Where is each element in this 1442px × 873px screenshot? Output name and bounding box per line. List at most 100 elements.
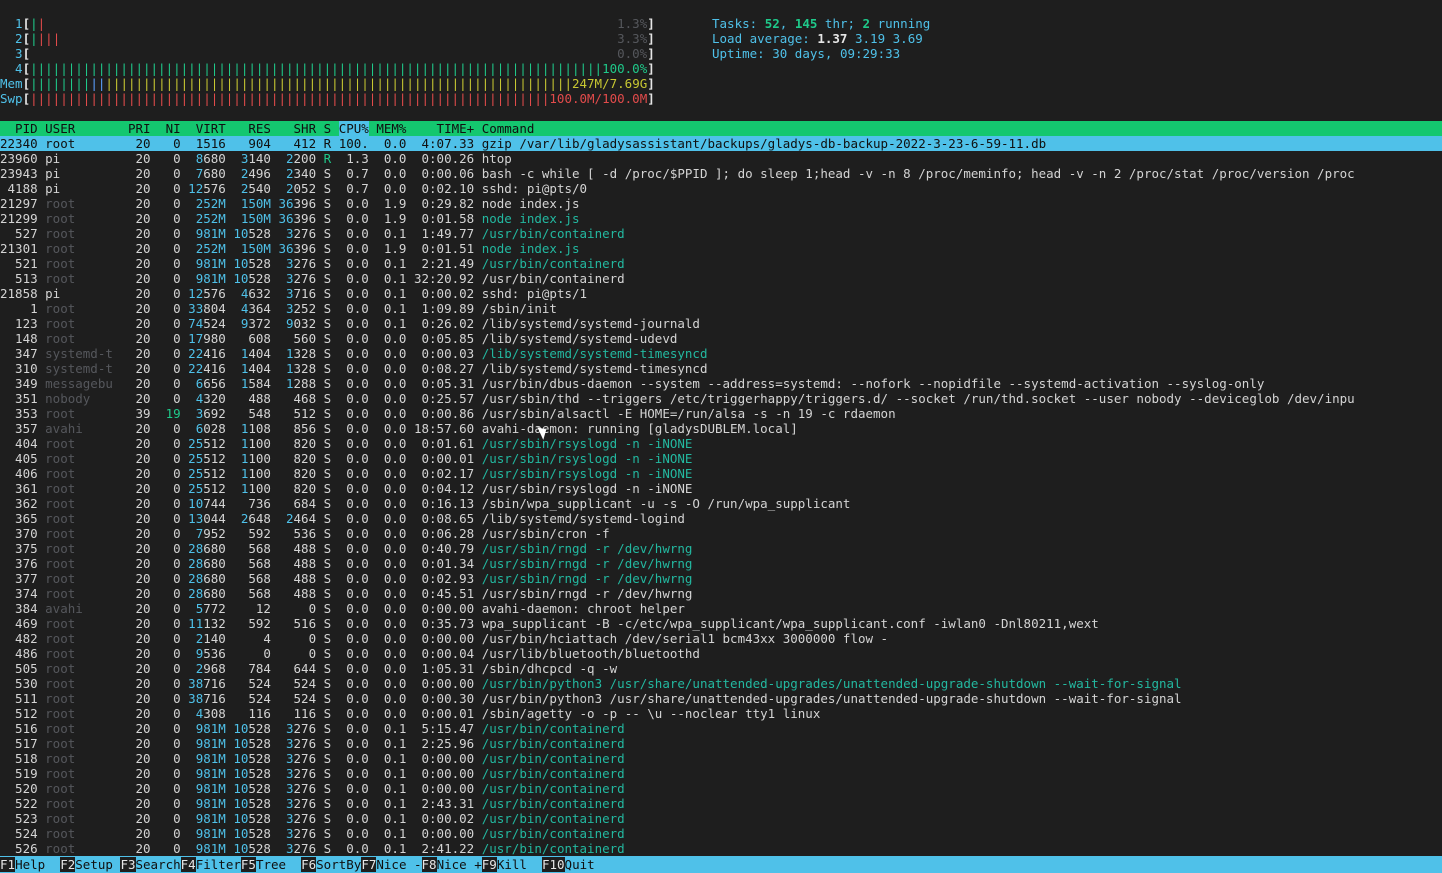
pid-cell: 370 <box>0 526 46 541</box>
state-cell: S <box>316 481 339 496</box>
fkey-f8[interactable]: F8 <box>421 857 437 872</box>
column-header-res[interactable]: RES <box>226 121 271 136</box>
column-header-s[interactable]: S <box>316 121 339 136</box>
column-header-time[interactable]: TIME+ <box>406 121 481 136</box>
ni-cell: 0 <box>150 181 181 196</box>
fkey-f1[interactable]: F1 <box>0 857 16 872</box>
pri-cell: 20 <box>112 271 151 286</box>
process-row[interactable]: 530 root 20 0 38716 524 524 S 0.0 0.0 0:… <box>0 676 1442 691</box>
process-row[interactable]: 518 root 20 0 981M 10528 3276 S 0.0 0.1 … <box>0 751 1442 766</box>
process-row[interactable]: 376 root 20 0 28680 568 488 S 0.0 0.0 0:… <box>0 556 1442 571</box>
process-row[interactable]: 361 root 20 0 25512 1100 820 S 0.0 0.0 0… <box>0 481 1442 496</box>
fkey-label-sortby[interactable]: SortBy <box>316 857 361 872</box>
process-row[interactable]: 362 root 20 0 10744 736 684 S 0.0 0.0 0:… <box>0 496 1442 511</box>
fkey-f9[interactable]: F9 <box>481 857 497 872</box>
process-row[interactable]: 351 nobody 20 0 4320 488 468 S 0.0 0.0 0… <box>0 391 1442 406</box>
user-cell: root <box>45 226 113 241</box>
process-row[interactable]: 516 root 20 0 981M 10528 3276 S 0.0 0.1 … <box>0 721 1442 736</box>
process-row[interactable]: 23960 pi 20 0 8680 3140 2200 R 1.3 0.0 0… <box>0 151 1442 166</box>
ni-cell: 0 <box>150 526 181 541</box>
process-row[interactable]: 384 avahi 20 0 5772 12 0 S 0.0 0.0 0:00.… <box>0 601 1442 616</box>
time-cell: 0:00.02 <box>413 811 482 826</box>
column-header-command[interactable]: Command <box>482 121 535 136</box>
process-row[interactable]: 1 root 20 0 33804 4364 3252 S 0.0 0.1 1:… <box>0 301 1442 316</box>
fkey-f7[interactable]: F7 <box>361 857 377 872</box>
process-row[interactable]: 526 root 20 0 981M 10528 3276 S 0.0 0.1 … <box>0 841 1442 856</box>
process-row[interactable]: 377 root 20 0 28680 568 488 S 0.0 0.0 0:… <box>0 571 1442 586</box>
process-row[interactable]: 505 root 20 0 2968 784 644 S 0.0 0.0 1:0… <box>0 661 1442 676</box>
fkey-f5[interactable]: F5 <box>240 857 256 872</box>
ni-cell: 0 <box>150 841 181 856</box>
fkey-f6[interactable]: F6 <box>301 857 317 872</box>
process-row[interactable]: 353 root 39 19 3692 548 512 S 0.0 0.0 0:… <box>0 406 1442 421</box>
column-header-virt[interactable]: VIRT <box>181 121 226 136</box>
column-header-pid[interactable]: PID <box>0 121 45 136</box>
process-row[interactable]: 519 root 20 0 981M 10528 3276 S 0.0 0.1 … <box>0 766 1442 781</box>
time-cell: 0:05.85 <box>413 331 482 346</box>
fkey-label-tree[interactable]: Tree <box>256 857 301 872</box>
process-row[interactable]: 123 root 20 0 74524 9372 9032 S 0.0 0.1 … <box>0 316 1442 331</box>
fkey-label-search[interactable]: Search <box>136 857 181 872</box>
process-row[interactable]: 524 root 20 0 981M 10528 3276 S 0.0 0.1 … <box>0 826 1442 841</box>
process-row[interactable]: 522 root 20 0 981M 10528 3276 S 0.0 0.1 … <box>0 796 1442 811</box>
process-row[interactable]: 404 root 20 0 25512 1100 820 S 0.0 0.0 0… <box>0 436 1442 451</box>
process-row[interactable]: 517 root 20 0 981M 10528 3276 S 0.0 0.1 … <box>0 736 1442 751</box>
process-row[interactable]: 512 root 20 0 4308 116 116 S 0.0 0.0 0:0… <box>0 706 1442 721</box>
process-row[interactable]: 357 avahi 20 0 6028 1108 856 S 0.0 0.0 1… <box>0 421 1442 436</box>
process-row[interactable]: 523 root 20 0 981M 10528 3276 S 0.0 0.1 … <box>0 811 1442 826</box>
process-row[interactable]: 21297 root 20 0 252M 150M 36396 S 0.0 1.… <box>0 196 1442 211</box>
process-row[interactable]: 482 root 20 0 2140 4 0 S 0.0 0.0 0:00.00… <box>0 631 1442 646</box>
fkey-f3[interactable]: F3 <box>120 857 136 872</box>
mem-cell: 0.1 <box>376 781 414 796</box>
user-cell: root <box>45 571 113 586</box>
column-header-cpu[interactable]: CPU% <box>338 121 369 136</box>
fkey-label-nice[interactable]: Nice - <box>376 857 421 872</box>
pid-cell: 523 <box>0 811 46 826</box>
process-row[interactable]: 22340 root 20 0 1516 904 412 R 100. 0.0 … <box>0 136 1442 151</box>
column-header-user[interactable]: USER <box>45 121 113 136</box>
time-cell: 0:45.51 <box>413 586 482 601</box>
fkey-label-kill[interactable]: Kill <box>497 857 542 872</box>
res-cell: 1584 <box>225 376 271 391</box>
process-row[interactable]: 375 root 20 0 28680 568 488 S 0.0 0.0 0:… <box>0 541 1442 556</box>
process-row[interactable]: 148 root 20 0 17980 608 560 S 0.0 0.0 0:… <box>0 331 1442 346</box>
process-row[interactable]: 370 root 20 0 7952 592 536 S 0.0 0.0 0:0… <box>0 526 1442 541</box>
fkey-label-setup[interactable]: Setup <box>75 857 120 872</box>
cpu-cell: 0.0 <box>338 616 377 631</box>
process-row[interactable]: 469 root 20 0 11132 592 516 S 0.0 0.0 0:… <box>0 616 1442 631</box>
fkey-label-help[interactable]: Help <box>15 857 60 872</box>
fkey-label-quit[interactable]: Quit <box>565 857 595 872</box>
process-row[interactable]: 405 root 20 0 25512 1100 820 S 0.0 0.0 0… <box>0 451 1442 466</box>
process-row[interactable]: 406 root 20 0 25512 1100 820 S 0.0 0.0 0… <box>0 466 1442 481</box>
process-row[interactable]: 23943 pi 20 0 7680 2496 2340 S 0.7 0.0 0… <box>0 166 1442 181</box>
process-row[interactable]: 4188 pi 20 0 12576 2540 2052 S 0.7 0.0 0… <box>0 181 1442 196</box>
process-row[interactable]: 520 root 20 0 981M 10528 3276 S 0.0 0.1 … <box>0 781 1442 796</box>
cpu-cell: 0.0 <box>338 811 377 826</box>
pid-cell: 384 <box>0 601 46 616</box>
fkey-label-filter[interactable]: Filter <box>196 857 241 872</box>
process-row[interactable]: 349 messagebu 20 0 6656 1584 1288 S 0.0 … <box>0 376 1442 391</box>
fkey-f10[interactable]: F10 <box>541 857 565 872</box>
column-header-mem[interactable]: MEM% <box>369 121 406 136</box>
process-row[interactable]: 21299 root 20 0 252M 150M 36396 S 0.0 1.… <box>0 211 1442 226</box>
process-table-header[interactable]: PID USER PRI NI VIRT RES SHR S CPU% MEM%… <box>0 121 1442 136</box>
ni-cell: 0 <box>150 361 181 376</box>
process-row[interactable]: 347 systemd-t 20 0 22416 1404 1328 S 0.0… <box>0 346 1442 361</box>
process-row[interactable]: 521 root 20 0 981M 10528 3276 S 0.0 0.1 … <box>0 256 1442 271</box>
fkey-label-nice[interactable]: Nice + <box>437 857 482 872</box>
process-row[interactable]: 21858 pi 20 0 12576 4632 3716 S 0.0 0.1 … <box>0 286 1442 301</box>
process-row[interactable]: 511 root 20 0 38716 524 524 S 0.0 0.0 0:… <box>0 691 1442 706</box>
process-row[interactable]: 310 systemd-t 20 0 22416 1404 1328 S 0.0… <box>0 361 1442 376</box>
process-row[interactable]: 513 root 20 0 981M 10528 3276 S 0.0 0.1 … <box>0 271 1442 286</box>
virt-cell: 12576 <box>180 181 226 196</box>
process-row[interactable]: 374 root 20 0 28680 568 488 S 0.0 0.0 0:… <box>0 586 1442 601</box>
fkey-f2[interactable]: F2 <box>60 857 76 872</box>
process-row[interactable]: 21301 root 20 0 252M 150M 36396 S 0.0 1.… <box>0 241 1442 256</box>
column-header-ni[interactable]: NI <box>151 121 181 136</box>
process-row[interactable]: 365 root 20 0 13044 2648 2464 S 0.0 0.0 … <box>0 511 1442 526</box>
column-header-pri[interactable]: PRI <box>113 121 151 136</box>
fkey-f4[interactable]: F4 <box>180 857 196 872</box>
process-row[interactable]: 486 root 20 0 9536 0 0 S 0.0 0.0 0:00.04… <box>0 646 1442 661</box>
column-header-shr[interactable]: SHR <box>271 121 317 136</box>
process-row[interactable]: 527 root 20 0 981M 10528 3276 S 0.0 0.1 … <box>0 226 1442 241</box>
